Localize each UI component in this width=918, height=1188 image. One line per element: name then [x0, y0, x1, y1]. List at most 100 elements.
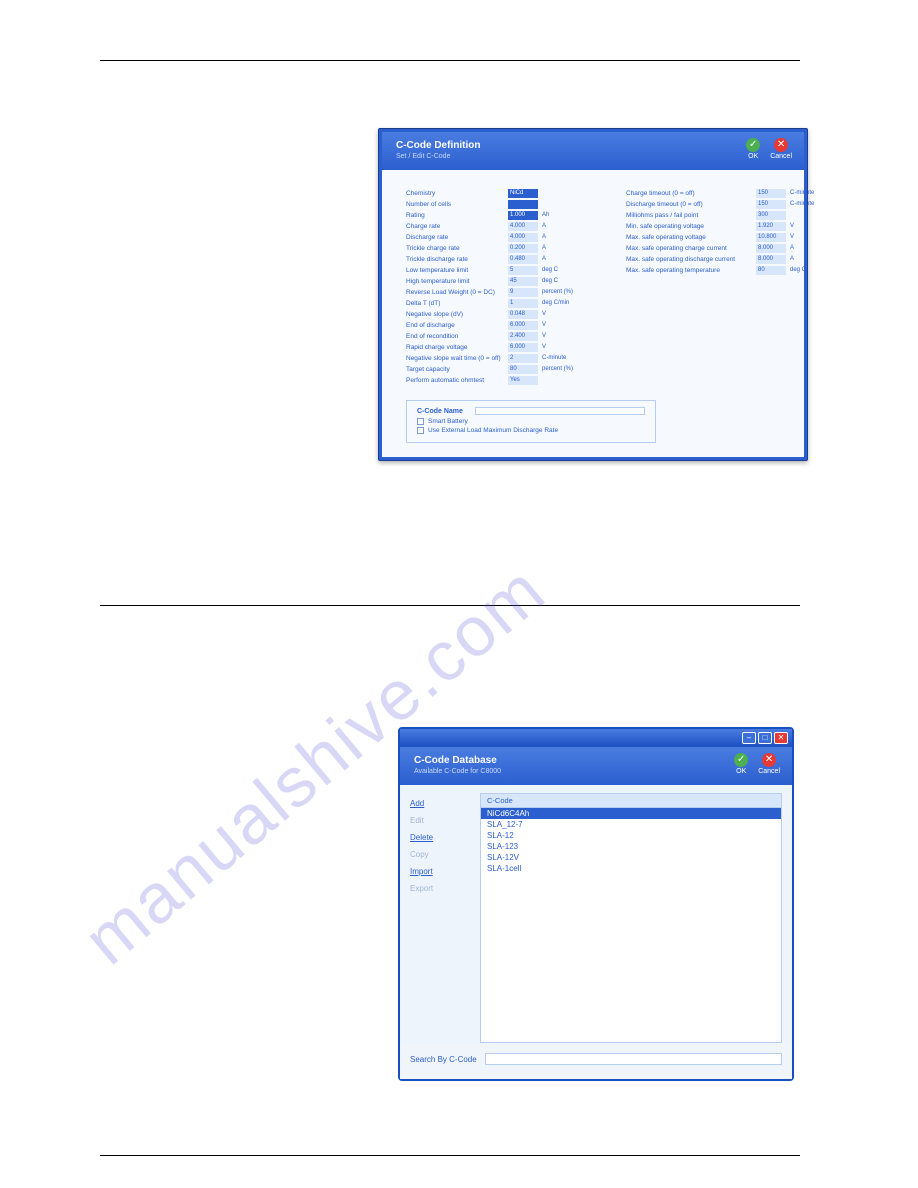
smart-battery-checkbox[interactable] [417, 418, 424, 425]
ccode-list[interactable]: C-Code NiCd6C4AhSLA_12-7SLA-12SLA-123SLA… [480, 793, 782, 1043]
window-close-button[interactable]: ✕ [774, 732, 788, 744]
ccode-name-label: C-Code Name [417, 408, 475, 415]
list-item[interactable]: SLA-12V [481, 852, 781, 863]
param-row: Charge timeout (0 = off)150 C-minute [626, 188, 834, 198]
param-label: Negative slope (dV) [406, 311, 508, 318]
db-cancel-button[interactable]: ✕ Cancel [758, 753, 780, 775]
param-value[interactable] [508, 200, 538, 209]
param-value[interactable]: 0.048 [508, 310, 538, 319]
external-load-checkbox[interactable] [417, 427, 424, 434]
param-label: Max. safe operating discharge current [626, 256, 756, 263]
param-value[interactable]: 5 [508, 266, 538, 275]
param-value[interactable]: 0.200 [508, 244, 538, 253]
close-icon: ✕ [762, 753, 776, 767]
list-item[interactable]: SLA-12 [481, 830, 781, 841]
param-label: Delta T (dT) [406, 300, 508, 307]
param-value[interactable]: 0.480 [508, 255, 538, 264]
search-input[interactable] [485, 1053, 782, 1065]
param-value[interactable]: 10.800 [756, 233, 786, 242]
list-item[interactable]: NiCd6C4Ah [481, 808, 781, 819]
param-value[interactable]: 80 [508, 365, 538, 374]
param-value[interactable]: 150 [756, 189, 786, 198]
minimize-button[interactable]: – [742, 732, 756, 744]
param-value[interactable]: 9 [508, 288, 538, 297]
param-label: Low temperature limit [406, 267, 508, 274]
search-label: Search By C-Code [410, 1055, 477, 1064]
param-row: Min. safe operating voltage1.920V [626, 221, 834, 231]
param-row: End of discharge6.000V [406, 320, 586, 330]
param-row: Max. safe operating voltage10.800V [626, 232, 834, 242]
dialog-title: C-Code Definition [396, 140, 790, 151]
param-value[interactable]: 1 [508, 299, 538, 308]
export-link[interactable]: Export [410, 884, 470, 893]
param-value[interactable]: 300 [756, 211, 786, 220]
param-unit: V [542, 344, 586, 350]
param-label: Reverse Load Weight (0 = DC) [406, 289, 508, 296]
param-value[interactable]: 150 [756, 200, 786, 209]
param-label: High temperature limit [406, 278, 508, 285]
param-value[interactable]: 2 [508, 354, 538, 363]
list-header: C-Code [481, 794, 781, 808]
maximize-button[interactable]: □ [758, 732, 772, 744]
search-row: Search By C-Code [400, 1043, 792, 1079]
param-label: Max. safe operating charge current [626, 245, 756, 252]
list-item[interactable]: SLA-123 [481, 841, 781, 852]
param-value[interactable]: 4.000 [508, 222, 538, 231]
param-unit: deg C [542, 278, 586, 284]
check-icon: ✓ [734, 753, 748, 767]
param-label: Trickle charge rate [406, 245, 508, 252]
param-unit: percent (%) [542, 289, 586, 295]
param-label: Number of cells [406, 201, 508, 208]
delete-link[interactable]: Delete [410, 833, 470, 842]
param-label: Milliohms pass / fail point [626, 212, 756, 219]
param-label: Chemistry [406, 190, 508, 197]
database-subtitle: Available C-Code for C8000 [414, 768, 778, 775]
param-unit: V [542, 322, 586, 328]
param-value[interactable]: 8.000 [756, 255, 786, 264]
param-unit: deg C [790, 267, 834, 273]
param-row: Number of cells [406, 199, 586, 209]
param-value[interactable]: NiCd [508, 189, 538, 198]
param-value[interactable]: 4.000 [508, 233, 538, 242]
param-label: Discharge timeout (0 = off) [626, 201, 756, 208]
copy-link[interactable]: Copy [410, 850, 470, 859]
param-unit: C-minute [790, 201, 834, 207]
cancel-button[interactable]: ✕ Cancel [770, 138, 792, 160]
param-value[interactable]: 1.000 [508, 211, 538, 220]
param-row: Reverse Load Weight (0 = DC)9 percent (%) [406, 287, 586, 297]
list-item[interactable]: SLA_12-7 [481, 819, 781, 830]
param-value[interactable]: 45 [508, 277, 538, 286]
param-label: End of recondition [406, 333, 508, 340]
ccode-database-window: – □ ✕ C-Code Database Available C-Code f… [398, 727, 794, 1081]
param-value[interactable]: 80 [756, 266, 786, 275]
param-label: Charge timeout (0 = off) [626, 190, 756, 197]
param-row: High temperature limit45 deg C [406, 276, 586, 286]
param-unit: A [542, 245, 586, 251]
check-icon: ✓ [746, 138, 760, 152]
param-row: End of recondition2.400V [406, 331, 586, 341]
ccode-name-input[interactable] [475, 407, 645, 415]
param-value[interactable]: 6.000 [508, 343, 538, 352]
param-unit: A [542, 223, 586, 229]
param-unit: deg C/min [542, 300, 586, 306]
smart-battery-label: Smart Battery [428, 418, 468, 425]
ok-button[interactable]: ✓ OK [746, 138, 760, 160]
list-item[interactable]: SLA-1cell [481, 863, 781, 874]
param-unit: Ah [542, 212, 586, 218]
param-label: Target capacity [406, 366, 508, 373]
param-label: Charge rate [406, 223, 508, 230]
close-icon: ✕ [774, 138, 788, 152]
param-row: Milliohms pass / fail point300 [626, 210, 834, 220]
import-link[interactable]: Import [410, 867, 470, 876]
param-value[interactable]: 1.920 [756, 222, 786, 231]
param-value[interactable]: 6.000 [508, 321, 538, 330]
external-load-label: Use External Load Maximum Discharge Rate [428, 427, 558, 434]
param-value[interactable]: Yes [508, 376, 538, 385]
add-link[interactable]: Add [410, 799, 470, 808]
param-unit: A [542, 256, 586, 262]
edit-link[interactable]: Edit [410, 816, 470, 825]
db-ok-button[interactable]: ✓ OK [734, 753, 748, 775]
param-value[interactable]: 2.400 [508, 332, 538, 341]
param-unit: C-minute [790, 190, 834, 196]
param-value[interactable]: 8.000 [756, 244, 786, 253]
